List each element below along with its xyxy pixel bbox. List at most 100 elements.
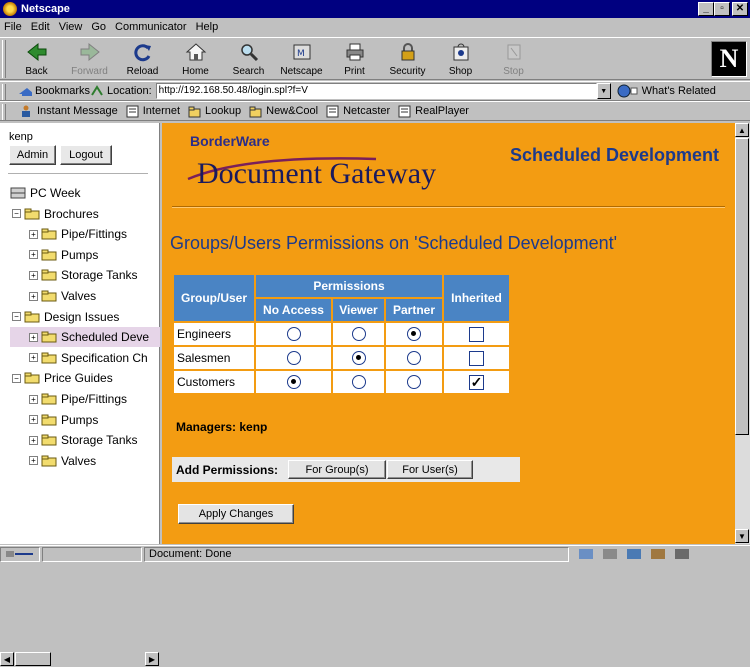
no-access-radio[interactable] <box>286 351 301 366</box>
stop-button[interactable]: Stop <box>487 38 540 80</box>
partner-radio[interactable] <box>407 327 421 342</box>
collapse-icon[interactable]: − <box>12 209 21 219</box>
personal-grip[interactable] <box>2 104 6 120</box>
menu-file[interactable]: File <box>4 21 22 33</box>
admin-button[interactable]: Admin <box>9 145 56 165</box>
inherited-checkbox[interactable] <box>469 326 484 342</box>
inherited-checkbox[interactable] <box>469 350 484 366</box>
expand-icon[interactable]: + <box>29 353 38 363</box>
expand-icon[interactable]: + <box>29 250 38 260</box>
tree-node[interactable]: + Valves <box>0 286 160 306</box>
scroll-thumb-horizontal[interactable] <box>15 652 51 666</box>
person-icon <box>22 105 30 117</box>
expand-icon[interactable]: + <box>29 415 38 425</box>
viewer-radio[interactable] <box>351 327 366 342</box>
netscape-logo[interactable]: N <box>711 41 747 77</box>
whats-related-button[interactable]: What's Related <box>617 84 716 98</box>
tree-node[interactable]: − Brochures <box>0 204 160 224</box>
mail-icon[interactable] <box>603 549 617 559</box>
tree-node[interactable]: + Specification Ch <box>0 348 160 368</box>
instant-message-link[interactable]: Instant Message <box>20 105 118 118</box>
menu-communicator[interactable]: Communicator <box>115 21 187 33</box>
composer-icon[interactable] <box>651 549 665 559</box>
security-button[interactable]: Security <box>381 38 434 80</box>
bookmarks-button[interactable]: Bookmarks <box>18 85 90 97</box>
content-vertical-scrollbar[interactable]: ▲ ▼ <box>735 123 750 544</box>
forward-arrow-icon <box>79 41 101 63</box>
reload-button[interactable]: Reload <box>116 38 169 80</box>
expand-icon[interactable]: + <box>29 435 38 445</box>
edit-icon[interactable] <box>675 549 689 559</box>
location-grip[interactable] <box>2 84 6 100</box>
scroll-up-button[interactable]: ▲ <box>735 123 749 137</box>
menu-go[interactable]: Go <box>91 21 106 33</box>
minimize-button[interactable]: _ <box>698 2 714 16</box>
inherited-checkbox[interactable]: ✓ <box>469 374 484 390</box>
no-access-radio[interactable] <box>286 375 301 390</box>
forward-button[interactable]: Forward <box>63 38 116 80</box>
sidebar-frame: kenp Admin Logout PC Week − Brochures + Pipe… <box>0 123 160 667</box>
lookup-link[interactable]: Lookup <box>188 105 241 118</box>
tree-node[interactable]: + Pipe/Fittings <box>0 389 160 409</box>
tree-node[interactable]: + Valves <box>0 451 160 471</box>
home-button[interactable]: Home <box>169 38 222 80</box>
shop-icon <box>450 41 472 63</box>
menu-view[interactable]: View <box>59 21 83 33</box>
menu-help[interactable]: Help <box>196 21 219 33</box>
viewer-radio[interactable] <box>351 375 366 390</box>
component-bar <box>579 549 689 559</box>
url-input[interactable]: http://192.168.50.48/login.spl?f=V <box>155 83 597 99</box>
netcaster-link[interactable]: Netcaster <box>326 105 390 118</box>
partner-radio[interactable] <box>407 351 421 366</box>
tree-node[interactable]: + Storage Tanks <box>0 430 160 450</box>
tree-node[interactable]: + Pipe/Fittings <box>0 224 160 244</box>
no-access-radio[interactable] <box>286 327 301 342</box>
tree-node[interactable]: + Storage Tanks <box>0 265 160 285</box>
partner-radio[interactable] <box>407 375 421 390</box>
collapse-icon[interactable]: − <box>12 373 21 383</box>
tree-node[interactable]: − Price Guides <box>0 368 160 388</box>
newcool-link[interactable]: New&Cool <box>249 105 318 118</box>
scroll-down-button[interactable]: ▼ <box>735 529 749 543</box>
collapse-icon[interactable]: − <box>12 312 21 322</box>
tree-node[interactable]: − Design Issues <box>0 307 160 327</box>
group-user-header: Group/User <box>174 275 254 321</box>
back-button[interactable]: Back <box>10 38 63 80</box>
expand-icon[interactable]: + <box>29 394 38 404</box>
viewer-radio[interactable] <box>351 351 366 366</box>
apply-changes-button[interactable]: Apply Changes <box>178 504 294 524</box>
menu-bar: File Edit View Go Communicator Help <box>0 18 750 36</box>
shop-button[interactable]: Shop <box>434 38 487 80</box>
maximize-button[interactable]: ▫ <box>714 2 730 16</box>
sidebar-horizontal-scrollbar[interactable]: ◀ ▶ <box>0 652 160 667</box>
expand-icon[interactable]: + <box>29 270 38 280</box>
navigator-icon[interactable] <box>579 549 593 559</box>
internet-link[interactable]: Internet <box>126 105 180 118</box>
print-button[interactable]: Print <box>328 38 381 80</box>
netscape-button[interactable]: M Netscape <box>275 38 328 80</box>
expand-icon[interactable]: + <box>29 332 38 342</box>
url-dropdown-button[interactable]: ▼ <box>596 83 611 99</box>
scroll-left-button[interactable]: ◀ <box>0 652 14 666</box>
realplayer-link[interactable]: RealPlayer <box>398 105 469 118</box>
arrow-right-icon: ▶ <box>148 654 156 664</box>
close-button[interactable]: ✕ <box>732 2 748 16</box>
for-users-button[interactable]: For User(s) <box>387 460 474 479</box>
search-button[interactable]: Search <box>222 38 275 80</box>
logout-button[interactable]: Logout <box>60 145 112 165</box>
tree-node[interactable]: + Pumps <box>0 410 160 430</box>
tree-node-selected[interactable]: + Scheduled Deve <box>10 327 160 348</box>
expand-icon[interactable]: + <box>29 291 38 301</box>
expand-icon[interactable]: + <box>29 229 38 239</box>
scroll-right-button[interactable]: ▶ <box>145 652 159 666</box>
scroll-thumb-vertical[interactable] <box>735 138 749 435</box>
menu-edit[interactable]: Edit <box>31 21 50 33</box>
security-status-cell[interactable] <box>0 546 40 562</box>
for-groups-button[interactable]: For Group(s) <box>288 460 387 479</box>
expand-icon[interactable]: + <box>29 456 38 466</box>
tree-node[interactable]: + Pumps <box>0 245 160 265</box>
folder-icon <box>41 249 57 261</box>
toolbar-grip[interactable] <box>2 40 6 78</box>
groups-icon[interactable] <box>627 549 641 559</box>
tree-node[interactable]: PC Week <box>0 183 160 203</box>
